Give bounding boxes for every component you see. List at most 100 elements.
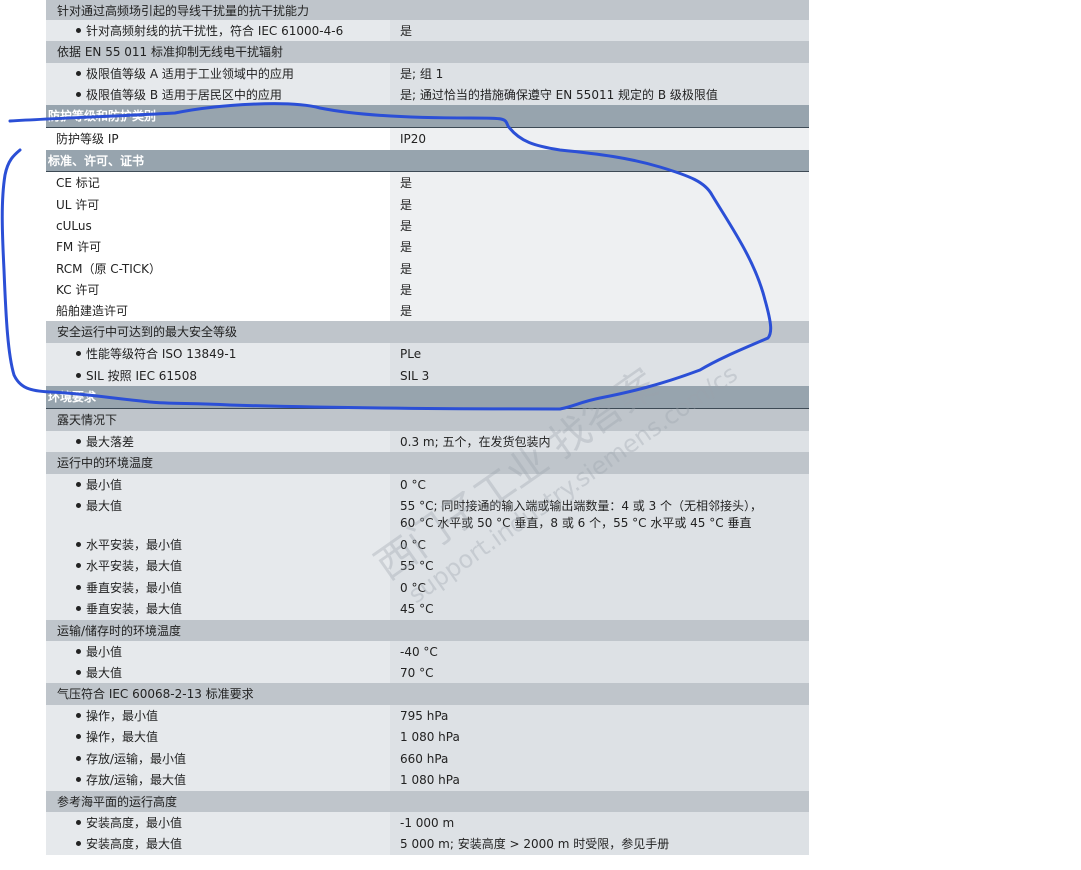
group-header: 参考海平面的运行高度 — [46, 791, 809, 812]
spec-label: UL 许可 — [46, 194, 390, 215]
spec-value-text: 是 — [400, 24, 413, 38]
spec-value-text: 45 °C — [400, 602, 434, 616]
spec-row: 最小值 0 °C — [46, 474, 809, 495]
spec-value: 795 hPa — [390, 705, 809, 726]
bullet-icon — [76, 649, 81, 654]
spec-label-text: 水平安装，最小值 — [86, 538, 183, 552]
spec-value-text: 55 °C — [400, 559, 434, 573]
spec-label-text: 针对高频射线的抗干扰性，符合 IEC 61000-4-6 — [86, 24, 344, 38]
spec-value: 45 °C — [390, 598, 809, 620]
spec-row: 水平安装，最小值 0 °C — [46, 534, 809, 555]
bullet-icon — [76, 92, 81, 97]
spec-label: 存放/运输，最大值 — [46, 769, 390, 791]
spec-value-text: 0 °C — [400, 581, 426, 595]
spec-value: 5 000 m; 安装高度 > 2000 m 时受限，参见手册 — [390, 833, 809, 855]
section-header: 环境要求 — [46, 386, 809, 409]
spec-row: 存放/运输，最大值 1 080 hPa — [46, 769, 809, 791]
spec-value: 70 °C — [390, 662, 809, 683]
spec-value: 是 — [390, 172, 809, 194]
spec-label-text: 垂直安装，最小值 — [86, 581, 183, 595]
spec-value-text: 是 — [400, 176, 413, 190]
spec-row: 操作，最大值 1 080 hPa — [46, 726, 809, 748]
spec-row: 操作，最小值 795 hPa — [46, 705, 809, 726]
spec-row: 最大值 70 °C — [46, 662, 809, 683]
spec-label: 船舶建造许可 — [46, 300, 390, 321]
spec-label: 操作，最小值 — [46, 705, 390, 726]
spec-row: UL 许可 是 — [46, 194, 809, 215]
spec-label: 最小值 — [46, 641, 390, 662]
spec-value-text: 55 °C; 同时接通的输入端或输出端数量：4 或 3 个（无相邻接头）， — [400, 499, 763, 513]
spec-label: 存放/运输，最小值 — [46, 748, 390, 769]
spec-label: 最大落差 — [46, 431, 390, 452]
spec-label-text: 安装高度，最大值 — [86, 837, 183, 851]
spec-label-text: CE 标记 — [56, 176, 100, 190]
spec-row: 船舶建造许可 是 — [46, 300, 809, 321]
spec-row: 最小值 -40 °C — [46, 641, 809, 662]
spec-row: 最大落差 0.3 m; 五个，在发货包装内 — [46, 431, 809, 452]
bullet-icon — [76, 670, 81, 675]
spec-label-text: 针对通过高频场引起的导线干扰量的抗干扰能力 — [57, 4, 310, 18]
bullet-icon — [76, 373, 81, 378]
spec-value: PLe — [390, 343, 809, 365]
bullet-icon — [76, 585, 81, 590]
spec-label-text: 环境要求 — [48, 390, 97, 404]
spec-label: 标准、许可、证书 — [46, 150, 809, 170]
spec-value: 0 °C — [390, 534, 809, 555]
spec-value-text: 660 hPa — [400, 752, 449, 766]
spec-label-text: 操作，最小值 — [86, 709, 159, 723]
spec-table: 针对通过高频场引起的导线干扰量的抗干扰能力针对高频射线的抗干扰性，符合 IEC … — [46, 0, 809, 855]
bullet-icon — [76, 439, 81, 444]
spec-value: 是 — [390, 236, 809, 258]
spec-label-text: FM 许可 — [56, 240, 102, 254]
spec-label-text: SIL 按照 IEC 61508 — [86, 369, 197, 383]
spec-label: 垂直安装，最大值 — [46, 598, 390, 620]
bullet-icon — [76, 482, 81, 487]
spec-value: 是 — [390, 300, 809, 321]
spec-label-text: 露天情况下 — [57, 413, 118, 427]
spec-label-text: 依据 EN 55 011 标准抑制无线电干扰辐射 — [57, 45, 283, 59]
spec-row: FM 许可 是 — [46, 236, 809, 258]
spec-label-text: 安装高度，最小值 — [86, 816, 183, 830]
spec-label-text: 存放/运输，最大值 — [86, 773, 187, 787]
spec-label: SIL 按照 IEC 61508 — [46, 365, 390, 386]
spec-value-text: PLe — [400, 347, 422, 361]
group-header: 依据 EN 55 011 标准抑制无线电干扰辐射 — [46, 41, 809, 63]
bullet-icon — [76, 713, 81, 718]
spec-label-text: 性能等级符合 ISO 13849-1 — [86, 347, 237, 361]
spec-label: 防护等级和防护类别 — [46, 105, 809, 125]
spec-row: 安装高度，最大值 5 000 m; 安装高度 > 2000 m 时受限，参见手册 — [46, 833, 809, 855]
group-header: 气压符合 IEC 60068-2-13 标准要求 — [46, 683, 809, 705]
spec-value: IP20 — [390, 128, 809, 150]
spec-label: KC 许可 — [46, 279, 390, 300]
spec-value-text: 是; 通过恰当的措施确保遵守 EN 55011 规定的 B 级极限值 — [400, 88, 718, 102]
spec-value: 是; 组 1 — [390, 63, 809, 84]
spec-value-text: 70 °C — [400, 666, 434, 680]
spec-label: 水平安装，最小值 — [46, 534, 390, 555]
spec-value-text-line2: 60 °C 水平或 50 °C 垂直，8 或 6 个，55 °C 水平或 45 … — [400, 516, 752, 530]
spec-value: 是; 通过恰当的措施确保遵守 EN 55011 规定的 B 级极限值 — [390, 84, 809, 105]
bullet-icon — [76, 503, 81, 508]
section-header: 防护等级和防护类别 — [46, 105, 809, 128]
spec-label-text: 极限值等级 B 适用于居民区中的应用 — [86, 88, 282, 102]
spec-label: 安装高度，最大值 — [46, 833, 390, 855]
spec-value: 0 °C — [390, 577, 809, 598]
spec-label-text: 标准、许可、证书 — [48, 154, 145, 168]
spec-row: KC 许可 是 — [46, 279, 809, 300]
spec-value: 1 080 hPa — [390, 769, 809, 791]
spec-label-text: cULus — [56, 219, 92, 233]
bullet-icon — [76, 351, 81, 356]
spec-row: 存放/运输，最小值 660 hPa — [46, 748, 809, 769]
bullet-icon — [76, 606, 81, 611]
spec-row: CE 标记 是 — [46, 172, 809, 194]
spec-label: 防护等级 IP — [46, 128, 390, 150]
spec-label: 性能等级符合 ISO 13849-1 — [46, 343, 390, 365]
group-header: 露天情况下 — [46, 409, 809, 431]
bullet-icon — [76, 563, 81, 568]
spec-label: 最小值 — [46, 474, 390, 495]
spec-label: 运行中的环境温度 — [46, 452, 809, 472]
spec-label-text: 安全运行中可达到的最大安全等级 — [57, 325, 238, 339]
spec-row: 防护等级 IP IP20 — [46, 128, 809, 150]
spec-label-text: 极限值等级 A 适用于工业领域中的应用 — [86, 67, 294, 81]
bullet-icon — [76, 71, 81, 76]
spec-label-text: 船舶建造许可 — [56, 304, 129, 318]
